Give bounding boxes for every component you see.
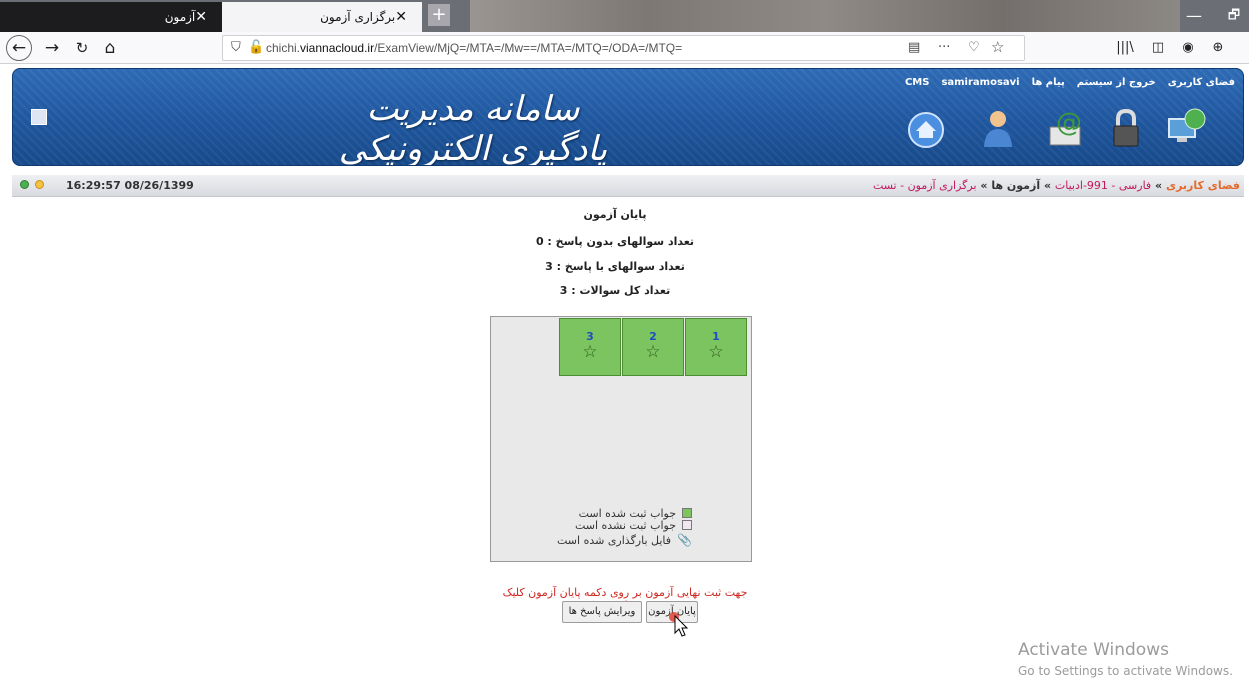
reload-icon[interactable]: ↻ [70,37,94,59]
close-tab-icon[interactable]: ✕ [195,9,207,25]
insecure-lock-icon[interactable]: 🔓 [248,40,264,55]
tab-label: آزمون [164,10,196,24]
question-cell-1[interactable]: 1 ☆ [685,318,747,376]
user-profile-icon[interactable] [975,105,1021,151]
close-tab-icon[interactable]: ✕ [395,9,407,25]
legend-uploaded: 📎 فایل بارگذاری شده است [557,533,692,547]
address-bar[interactable]: ⛉ 🔓 chichi.viannacloud.ir/ExamView/MjQ=/… [222,35,1025,61]
username-label: samiramosavi [941,77,1020,88]
site-header: سامانه مدیریت یادگیری الکترونیکی فضای کا… [12,68,1244,166]
tab-bar-background [470,0,1180,32]
breadcrumb-separator: » [980,179,988,192]
url-prefix: chichi. [266,41,301,55]
alert-status-icon [34,180,44,189]
lock-icon[interactable] [1103,105,1149,151]
answered-count: تعداد سوالهای با پاسخ : 3 [545,260,685,273]
home-site-icon[interactable] [903,105,949,151]
watermark-subtitle: Go to Settings to activate Windows. [1018,664,1233,678]
back-icon[interactable]: ← [6,35,32,61]
star-icon: ☆ [582,342,598,362]
legend: جواب ثبت شده است جواب ثبت نشده است 📎 فای… [557,507,692,547]
question-cell-3[interactable]: 3 ☆ [559,318,621,376]
breadcrumb-exams[interactable]: آزمون ها [991,179,1040,192]
print-icon[interactable] [31,109,47,125]
total-count: تعداد کل سوالات : 3 [559,284,671,297]
user-space-link[interactable]: فضای کاربری [1168,77,1235,88]
unanswered-swatch [682,520,692,530]
paperclip-icon: 📎 [677,533,692,547]
library-icon[interactable]: |||\ [1113,37,1137,59]
breadcrumb-current: برگزاری آزمون - تست [872,179,977,192]
breadcrumb-home[interactable]: فضای کاربری [1166,179,1240,192]
extension-icon[interactable]: ⊕ [1206,37,1230,59]
header-links: فضای کاربری خروج از سیستم پیام ها samira… [905,77,1235,88]
bookmark-star-icon[interactable]: ☆ [991,38,1004,56]
unanswered-count: تعداد سوالهای بدون پاسخ : 0 [535,235,695,248]
online-status-icon [20,180,29,189]
legend-unanswered: جواب ثبت نشده است [557,518,692,532]
browser-tab-bar: آزمون ✕ برگزاری آزمون ✕ + — 🗗 [0,0,1249,32]
legend-uploaded-label: فایل بارگذاری شده است [557,533,672,547]
cms-link[interactable]: CMS [905,77,930,88]
legend-answered: جواب ثبت شده است [557,507,692,520]
breadcrumb-separator: » [1155,179,1163,192]
account-icon[interactable]: ◉ [1176,37,1200,59]
exam-end-title: پایان آزمون [583,208,647,221]
breadcrumb-separator: » [1043,179,1052,192]
logout-link[interactable]: خروج از سیستم [1077,77,1156,88]
url-domain: viannacloud.ir [300,41,375,55]
email-icon[interactable]: @ [1038,105,1084,151]
home-icon[interactable]: ⌂ [98,37,122,59]
answered-swatch [682,508,692,518]
question-cell-2[interactable]: 2 ☆ [622,318,684,376]
reader-view-icon[interactable]: ▤ [908,40,920,55]
minimize-button[interactable]: — [1174,6,1214,26]
tab-exam-session[interactable]: برگزاری آزمون ✕ [222,2,422,32]
star-icon: ☆ [645,342,661,362]
restore-button[interactable]: 🗗 [1222,6,1246,26]
breadcrumb: فضای کاربری » فارسی - 991-ادبیات » آزمون… [873,179,1240,192]
page-actions-icon[interactable]: ··· [938,40,950,55]
watermark-title: Activate Windows [1018,640,1169,660]
pocket-icon[interactable]: ♡ [968,40,980,55]
shield-icon[interactable]: ⛉ [231,40,241,55]
sidebar-icon[interactable]: ◫ [1146,37,1170,59]
legend-unanswered-label: جواب ثبت نشده است [574,518,676,532]
tab-exam[interactable]: آزمون ✕ [0,2,222,32]
forward-icon[interactable]: → [40,37,64,59]
url-path: /ExamView/MjQ=/MTA=/Mw==/MTA=/MTQ=/ODA=/… [374,41,683,55]
question-panel: 1 ☆ 2 ☆ 3 ☆ جواب ثبت شده است جواب ثبت نش… [490,316,752,562]
url-text[interactable]: chichi.viannacloud.ir/ExamView/MjQ=/MTA=… [266,41,682,55]
datetime-label: 16:29:57 08/26/1399 [66,179,194,192]
network-computer-icon[interactable] [1163,105,1209,151]
breadcrumb-course[interactable]: فارسی - 991-ادبیات [1055,179,1151,192]
breadcrumb-bar: 16:29:57 08/26/1399 فضای کاربری » فارسی … [12,175,1244,197]
svg-text:@: @ [1056,108,1082,138]
status-indicator-icons [20,179,44,192]
site-logo-title: سامانه مدیریت یادگیری الکترونیکی [338,89,608,166]
messages-link[interactable]: پیام ها [1032,77,1065,88]
activate-windows-watermark: Activate Windows Go to Settings to activ… [1018,640,1233,678]
star-icon: ☆ [708,342,724,362]
new-tab-button[interactable]: + [428,4,450,26]
mouse-cursor-icon [669,612,689,637]
tab-label: برگزاری آزمون [320,10,396,24]
edit-answers-button[interactable]: ویرایش پاسخ ها [562,601,642,623]
browser-nav-bar: ← → ↻ ⌂ ⛉ 🔓 chichi.viannacloud.ir/ExamVi… [0,32,1249,64]
